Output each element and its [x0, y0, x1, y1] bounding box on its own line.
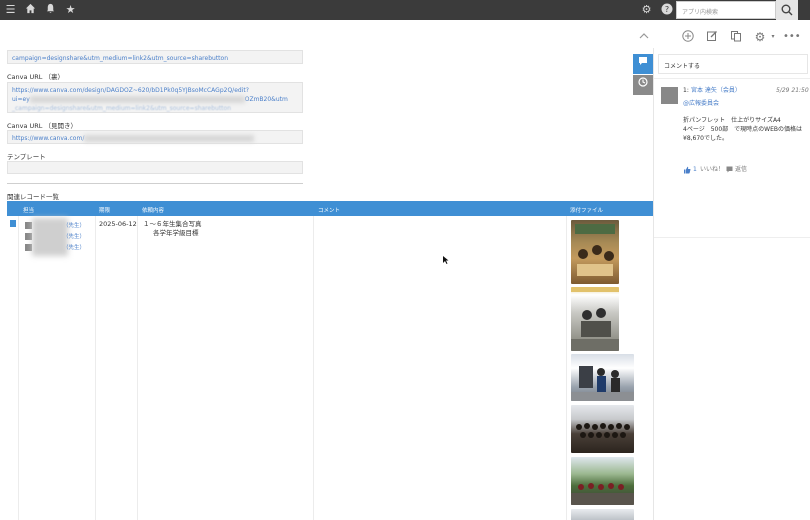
record-detail: campaign=designshare&utm_medium=link2&ut…: [0, 20, 653, 520]
assignee-link[interactable]: （先生）: [63, 232, 85, 240]
url-field-top[interactable]: campaign=designshare&utm_medium=link2&ut…: [7, 50, 303, 64]
canva-url-view-line3: _campaign=designshare&utm_medium=link2&u…: [12, 105, 231, 112]
attachment-photo[interactable]: [571, 405, 634, 453]
comment-body-line-1: 折パンフレット 仕上がりサイズA4: [683, 117, 781, 124]
comment-body-line-2: 4ページ 500部 で現時点のWEBの価格は: [683, 126, 802, 133]
history-tab[interactable]: [633, 75, 653, 95]
comments-tab[interactable]: [633, 54, 653, 74]
help-icon[interactable]: ?: [660, 3, 673, 16]
column-divider: [95, 216, 96, 520]
commenter-avatar: [661, 87, 678, 104]
blurred-url-segment: [29, 96, 245, 103]
global-header: ☰ ★ ⚙ ? アプリ内検索: [0, 0, 810, 20]
header-assignee: 担当: [23, 208, 35, 214]
canva-url-view-line2-end: OZmB20&utm: [244, 96, 288, 103]
reply-icon[interactable]: [726, 166, 733, 173]
column-divider: [566, 216, 567, 520]
mouse-cursor-icon: [443, 256, 449, 264]
add-record-icon[interactable]: [681, 30, 695, 44]
more-options-icon[interactable]: •••: [783, 30, 801, 44]
blurred-url-segment: [84, 135, 255, 142]
comment-mention[interactable]: @広報委員会: [683, 99, 719, 108]
speech-bubble-icon: [639, 57, 647, 65]
canva-url-open-value: https://www.canva.com/: [12, 135, 85, 142]
header-request: 依頼内容: [142, 208, 165, 214]
header-comment: コメント: [318, 208, 341, 214]
comment-body-line-3: ¥8,670でした。: [683, 135, 728, 142]
template-label: テンプレート: [7, 153, 46, 161]
attachment-photo[interactable]: [571, 287, 619, 351]
comment-item: 1: 宮本 達矢（会員） 5/29 21:50 @広報委員会 折パンフレット 仕…: [654, 78, 810, 238]
assignee-avatar: [25, 222, 32, 229]
header-deadline: 期限: [99, 208, 111, 214]
comment-number: 1:: [683, 87, 689, 94]
attachment-photo[interactable]: [571, 354, 634, 401]
search-icon: [781, 4, 793, 16]
comment-input[interactable]: コメントする: [658, 54, 808, 74]
notification-bell-icon[interactable]: [44, 3, 57, 16]
related-records-label: 関連レコード一覧: [7, 193, 59, 201]
canva-url-view-label: Canva URL （裏）: [7, 73, 64, 81]
assignee-link[interactable]: （先生）: [63, 221, 85, 229]
canva-url-view-line2-start: ui=ey: [12, 96, 30, 103]
comment-timestamp: 5/29 21:50: [776, 87, 809, 94]
reply-button[interactable]: 返信: [735, 165, 747, 174]
record-settings-gear-icon[interactable]: ⚙: [753, 30, 767, 44]
canva-url-open-label: Canva URL （見開き）: [7, 122, 77, 130]
column-divider: [313, 216, 314, 520]
favorites-star-icon[interactable]: ★: [64, 3, 77, 16]
duplicate-record-icon[interactable]: [729, 30, 743, 44]
home-icon[interactable]: [24, 3, 37, 16]
column-divider: [137, 216, 138, 520]
comment-author[interactable]: 宮本 達矢（会員）: [691, 86, 741, 95]
assignee-avatar: [25, 233, 32, 240]
canva-url-view-line2: ui=ey OZmB20&utm: [12, 95, 298, 104]
deadline-value: 2025-06-12: [99, 220, 137, 228]
section-divider: [7, 183, 303, 184]
canva-url-view-field[interactable]: https://www.canva.com/design/DAGDOZ~620/…: [7, 82, 303, 113]
like-button[interactable]: いいね！: [700, 165, 724, 174]
attachment-photo[interactable]: [571, 509, 634, 520]
column-divider: [18, 216, 19, 520]
history-clock-icon: [638, 77, 648, 87]
edit-record-icon[interactable]: [705, 30, 719, 44]
record-document-icon[interactable]: [10, 220, 16, 227]
template-field: [7, 161, 303, 174]
settings-gear-icon[interactable]: ⚙: [640, 3, 653, 16]
settings-caret-down-icon[interactable]: ▾: [766, 30, 780, 44]
menu-icon[interactable]: ☰: [4, 3, 17, 16]
canva-url-view-line1: https://www.canva.com/design/DAGDOZ~620/…: [12, 87, 249, 94]
url-field-top-text: campaign=designshare&utm_medium=link2&ut…: [12, 55, 228, 62]
related-table-header: 担当 期限 依頼内容 コメント 添付ファイル: [7, 201, 653, 216]
canva-url-open-field[interactable]: https://www.canva.com/: [7, 130, 303, 144]
request-line-2: 各学年学級目標: [153, 229, 199, 237]
search-button[interactable]: [776, 0, 798, 20]
assignee-avatar: [25, 244, 32, 251]
header-attachment: 添付ファイル: [570, 208, 604, 214]
assignee-link[interactable]: （先生）: [63, 243, 85, 251]
like-count: 1: [693, 166, 697, 173]
attachment-photo[interactable]: [571, 457, 634, 505]
app-search-input[interactable]: アプリ内検索: [676, 1, 776, 19]
thumbs-up-icon[interactable]: [683, 166, 691, 174]
attachment-photo[interactable]: [571, 220, 619, 284]
svg-text:?: ?: [664, 5, 668, 14]
comment-panel: コメントする 1: 宮本 達矢（会員） 5/29 21:50 @広報委員会 折パ…: [653, 48, 810, 520]
